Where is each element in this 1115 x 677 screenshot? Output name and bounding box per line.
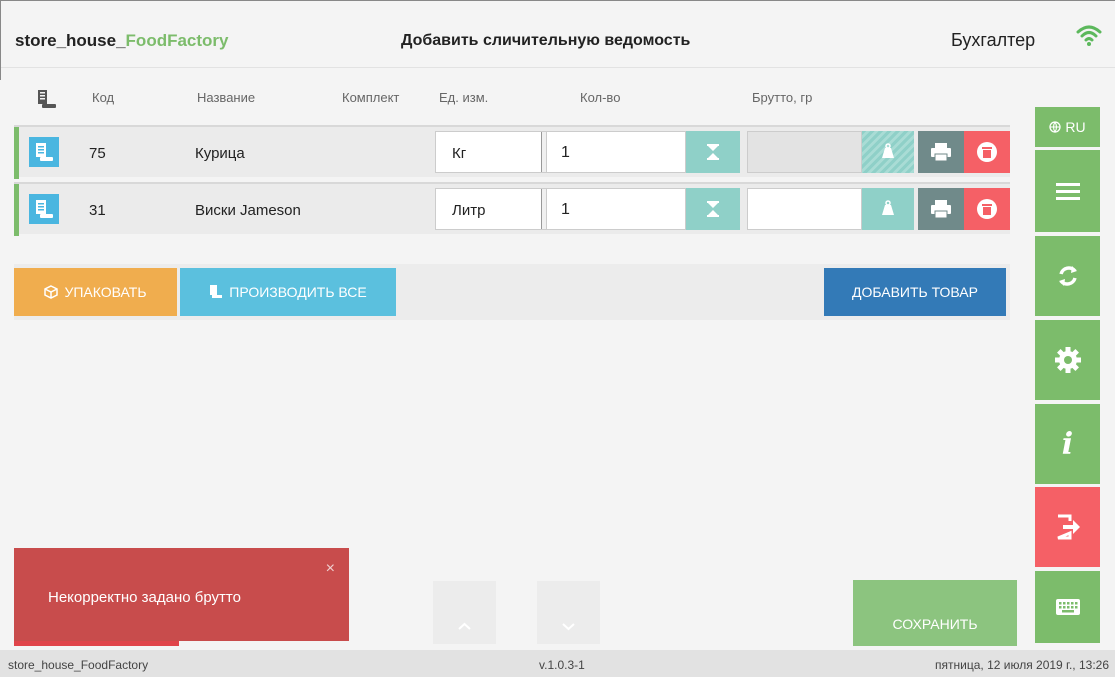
- list-icon: [38, 90, 56, 108]
- footer-version: v.1.0.3-1: [539, 658, 585, 672]
- language-button[interactable]: RU: [1035, 107, 1100, 147]
- toast-message: Некорректно задано брутто: [48, 589, 241, 606]
- page-title: Добавить сличительную ведомость: [401, 32, 691, 49]
- scale-icon: [707, 201, 719, 217]
- print-button[interactable]: [918, 131, 964, 173]
- menu-button[interactable]: [1035, 150, 1100, 232]
- close-icon[interactable]: ×: [326, 560, 335, 578]
- trash-icon: [977, 199, 997, 219]
- save-button[interactable]: СОХРАНИТЬ: [853, 580, 1017, 646]
- print-icon: [931, 200, 951, 219]
- qty-input[interactable]: 1: [546, 131, 686, 173]
- produce-all-button[interactable]: ПРОИЗВОДИТЬ ВСЕ: [180, 268, 396, 316]
- scale-button[interactable]: [686, 131, 740, 173]
- col-brutto: Брутто, гр: [752, 90, 813, 105]
- delete-button[interactable]: [964, 188, 1010, 230]
- info-button[interactable]: i: [1035, 404, 1100, 484]
- produce-icon[interactable]: [29, 194, 59, 224]
- row-code: 31: [89, 202, 106, 219]
- logout-icon: [1056, 514, 1080, 540]
- trash-icon: [977, 142, 997, 162]
- table-row: 75 Курица Кг 1: [14, 125, 1010, 179]
- app-title: store_house_FoodFactory: [15, 31, 229, 50]
- user-role[interactable]: Бухгалтер: [951, 30, 1035, 51]
- unit-select[interactable]: Кг: [435, 131, 560, 173]
- col-code: Код: [92, 90, 115, 105]
- chevron-up-icon: [458, 622, 471, 630]
- row-code: 75: [89, 145, 106, 162]
- produce-icon[interactable]: [29, 137, 59, 167]
- scroll-down-button[interactable]: [537, 581, 600, 644]
- error-toast: × Некорректно задано брутто: [14, 548, 349, 641]
- header: store_house_FoodFactory Добавить сличите…: [0, 0, 1115, 80]
- col-kit: Комплект: [342, 90, 400, 105]
- col-unit: Ед. изм.: [439, 90, 489, 105]
- wifi-icon: [1076, 25, 1102, 46]
- box-icon: [44, 285, 59, 299]
- keyboard-icon: [1055, 599, 1080, 615]
- settings-button[interactable]: [1035, 320, 1100, 400]
- brutto-input[interactable]: [747, 188, 862, 230]
- pack-button[interactable]: УПАКОВАТЬ: [14, 268, 177, 316]
- add-item-button[interactable]: ДОБАВИТЬ ТОВАР: [824, 268, 1006, 316]
- scroll-up-button[interactable]: [433, 581, 496, 644]
- scale-icon: [707, 144, 719, 160]
- hamburger-icon: [1055, 183, 1080, 200]
- col-name: Название: [197, 90, 256, 105]
- keyboard-button[interactable]: [1035, 571, 1100, 643]
- gear-icon: [1054, 347, 1081, 373]
- sync-icon: [1058, 266, 1077, 286]
- logout-button[interactable]: [1035, 487, 1100, 567]
- globe-icon: [1049, 121, 1062, 133]
- weight-icon: [882, 200, 894, 215]
- footer-app: store_house_FoodFactory: [8, 658, 149, 672]
- unit-select[interactable]: Литр: [435, 188, 560, 230]
- row-name: Курица: [195, 145, 245, 162]
- weigh-button[interactable]: [862, 188, 914, 230]
- sync-button[interactable]: [1035, 236, 1100, 316]
- chevron-down-icon: [562, 623, 575, 631]
- brutto-input[interactable]: [747, 131, 862, 173]
- col-qty: Кол-во: [580, 90, 621, 105]
- row-name: Виски Jameson: [195, 202, 301, 219]
- scale-button[interactable]: [686, 188, 740, 230]
- weight-icon: [882, 143, 894, 158]
- action-bar: УПАКОВАТЬ ПРОИЗВОДИТЬ ВСЕ ДОБАВИТЬ ТОВАР: [14, 264, 1010, 320]
- table-row: 31 Виски Jameson Литр 1: [14, 182, 1010, 236]
- print-icon: [931, 143, 951, 162]
- print-button[interactable]: [918, 188, 964, 230]
- footer-datetime: пятница, 12 июля 2019 г., 13:26: [935, 658, 1109, 672]
- produce-icon: [210, 285, 223, 298]
- qty-input[interactable]: 1: [546, 188, 686, 230]
- delete-button[interactable]: [964, 131, 1010, 173]
- weigh-button[interactable]: [862, 131, 914, 173]
- footer: store_house_FoodFactory v.1.0.3-1 пятниц…: [0, 650, 1115, 677]
